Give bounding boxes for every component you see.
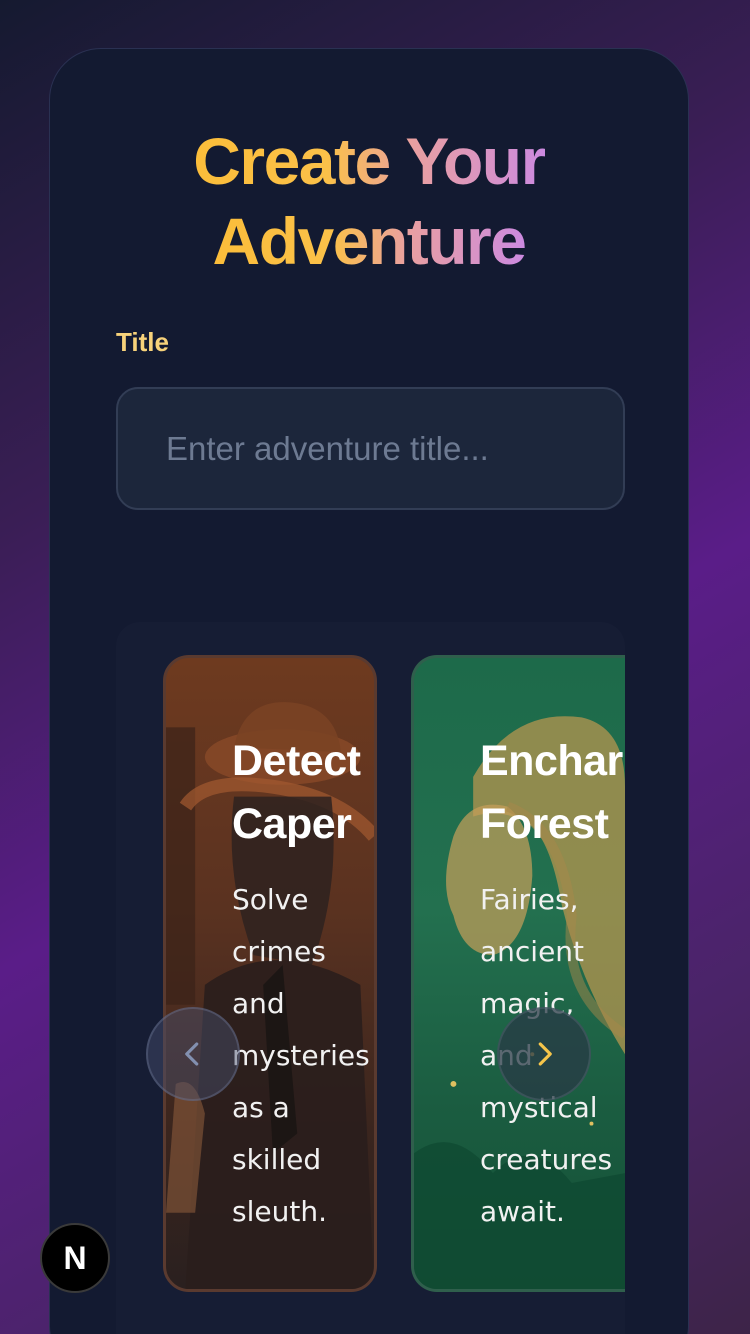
page-title-line-1: Create Your <box>193 124 546 198</box>
theme-card-title: Detect Caper <box>232 730 374 856</box>
theme-card-title-line-1: Detect <box>232 737 361 785</box>
title-field-label: Title <box>116 327 169 357</box>
theme-card-title-line-1: Enchar <box>480 737 623 785</box>
theme-card-title-line-2: Caper <box>232 800 352 848</box>
carousel-prev-button[interactable] <box>146 1007 240 1101</box>
carousel-next-button[interactable] <box>497 1007 591 1101</box>
chevron-left-icon <box>185 1042 199 1066</box>
create-adventure-panel: Create Your Adventure Title Detect Caper <box>49 48 689 1334</box>
page-title: Create Your Adventure <box>50 121 688 281</box>
theme-card-enchanted-forest[interactable]: Enchar Forest Fairies, ancient magic, an… <box>411 655 625 1292</box>
title-input[interactable] <box>116 387 625 510</box>
theme-carousel: Detect Caper Solve crimes and mysteries … <box>116 622 625 1334</box>
theme-card-title: Enchar Forest <box>480 730 625 856</box>
theme-card-forest-content: Enchar Forest Fairies, ancient magic, an… <box>480 730 625 1238</box>
theme-card-detective[interactable]: Detect Caper Solve crimes and mysteries … <box>163 655 377 1292</box>
theme-card-detective-content: Detect Caper Solve crimes and mysteries … <box>232 730 374 1238</box>
framework-badge[interactable]: N <box>40 1223 110 1293</box>
chevron-right-icon <box>538 1042 552 1066</box>
theme-card-description: Solve crimes and mysteries as a skilled … <box>232 883 370 1228</box>
theme-card-title-line-2: Forest <box>480 800 609 848</box>
page-title-line-2: Adventure <box>212 204 527 278</box>
